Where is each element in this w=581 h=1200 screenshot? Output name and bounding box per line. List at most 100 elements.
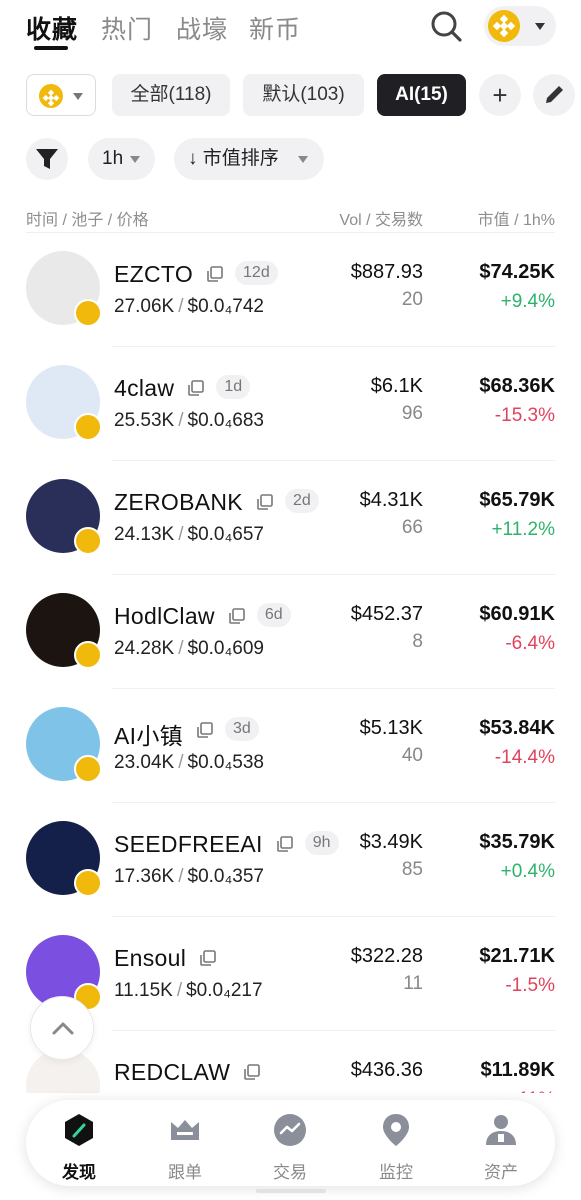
nav-label: 跟单	[168, 1163, 202, 1182]
chevron-down-icon	[535, 23, 545, 30]
chevron-up-icon	[52, 1022, 74, 1035]
price-change: +11.2%	[491, 519, 555, 540]
copy-icon[interactable]	[207, 266, 223, 282]
token-row[interactable]: HodlClaw 6d 24.28K / $0.0₄609 $452.37 8 $6…	[0, 575, 581, 689]
chain-filter-chip[interactable]	[26, 74, 96, 116]
chip-all[interactable]: 全部(118)	[112, 74, 230, 116]
copy-icon[interactable]	[244, 1064, 261, 1080]
token-name: EZCTO	[114, 261, 194, 287]
token-name: AI小镇	[114, 723, 183, 749]
price-change: -1.5%	[505, 975, 555, 996]
chain-selector[interactable]	[484, 6, 556, 46]
pool-price: 23.04K / $0.0₄538	[114, 752, 264, 774]
copy-icon[interactable]	[197, 722, 213, 738]
token-price: $0.0₄657	[187, 524, 264, 545]
token-age-badge: 1d	[216, 375, 251, 399]
token-row[interactable]: 4claw 1d 25.53K / $0.0₄683 $6.1K 96 $68.36…	[0, 347, 581, 461]
bnb-chain-badge-icon	[74, 869, 102, 897]
time-range-label: 1h	[102, 148, 124, 169]
copy-icon[interactable]	[276, 836, 293, 852]
pool-price: 25.53K / $0.0₄683	[114, 410, 264, 432]
transaction-count: 40	[401, 745, 423, 766]
market-cap: $65.79K	[479, 489, 555, 511]
search-button[interactable]	[428, 8, 464, 44]
home-indicator	[256, 1189, 326, 1193]
volume: $436.36	[350, 1059, 423, 1081]
active-tab-indicator	[34, 46, 68, 50]
bnb-chain-badge-icon	[74, 641, 102, 669]
search-icon	[431, 11, 462, 42]
token-row[interactable]: EZCTO 12d 27.06K / $0.0₄742 $887.93 20 $74…	[0, 233, 581, 347]
volume: $5.13K	[359, 717, 423, 739]
market-cap: $53.84K	[479, 717, 555, 739]
nav-trade[interactable]: 交易	[250, 1100, 330, 1186]
add-group-button[interactable]: +	[479, 74, 521, 116]
nav-copy-trade[interactable]: 跟单	[145, 1100, 225, 1186]
copy-icon[interactable]	[188, 380, 205, 396]
token-price: $0.0₄217	[186, 980, 263, 1001]
token-price: $0.0₄683	[187, 410, 264, 431]
market-cap: $21.71K	[479, 945, 555, 967]
market-cap: $35.79K	[479, 831, 555, 853]
token-row[interactable]: ZEROBANK 2d 24.13K / $0.0₄657 $4.31K 66 $6…	[0, 461, 581, 575]
token-name: REDCLAW	[114, 1059, 231, 1085]
transaction-count: 20	[401, 289, 423, 310]
pool-size: 27.06K	[114, 296, 175, 317]
copy-icon[interactable]	[229, 608, 245, 624]
bnb-chain-badge-icon	[74, 299, 102, 327]
sort-dropdown[interactable]: ↓ 市值排序	[174, 138, 324, 180]
pencil-icon	[546, 86, 563, 103]
time-range-dropdown[interactable]: 1h	[88, 138, 155, 180]
scroll-to-top-button[interactable]	[30, 996, 94, 1060]
separator: /	[178, 410, 184, 431]
bnb-chain-icon	[39, 84, 63, 108]
price-change: +9.4%	[500, 291, 555, 312]
tab-favorites[interactable]: 收藏	[26, 10, 78, 46]
pool-price: 24.13K / $0.0₄657	[114, 524, 264, 546]
sort-row: 1h ↓ 市值排序	[0, 138, 581, 180]
volume: $322.28	[350, 945, 423, 967]
nav-assets[interactable]: 资产	[461, 1100, 541, 1186]
filter-button[interactable]	[26, 138, 68, 180]
nav-discover[interactable]: 发现	[39, 1100, 119, 1186]
pool-size: 11.15K	[114, 980, 173, 1001]
transaction-count: 96	[401, 403, 423, 424]
nav-monitor[interactable]: 监控	[356, 1100, 436, 1186]
token-name: Ensoul	[114, 945, 187, 971]
token-row[interactable]: AI小镇 3d 23.04K / $0.0₄538 $5.13K 40 $53.84…	[0, 689, 581, 803]
token-name: SEEDFREEAI	[114, 831, 263, 857]
bnb-chain-badge-icon	[74, 413, 102, 441]
tab-hot[interactable]: 热门	[101, 10, 153, 46]
separator: /	[176, 980, 183, 1001]
token-price: $0.0₄538	[187, 752, 264, 773]
chip-ai[interactable]: AI(15)	[377, 74, 466, 116]
copy-icon[interactable]	[200, 950, 216, 966]
transaction-count: 11	[403, 973, 423, 994]
volume: $887.93	[350, 261, 423, 283]
price-change: -11%	[430, 1089, 555, 1093]
edit-groups-button[interactable]	[533, 74, 575, 116]
market-cap: $68.36K	[479, 375, 555, 397]
chevron-down-icon	[130, 156, 140, 163]
tab-trenches[interactable]: 战壕	[176, 10, 228, 46]
column-header-mcap-change[interactable]: 市值 / 1h%	[420, 206, 555, 230]
token-name: ZEROBANK	[114, 489, 243, 515]
pool-size: 24.28K	[114, 638, 175, 659]
bnb-chain-badge-icon	[74, 527, 102, 555]
token-list: EZCTO 12d 27.06K / $0.0₄742 $887.93 20 $74…	[0, 233, 581, 1093]
pool-price: 11.15K / $0.0₄217	[114, 980, 263, 1002]
token-row[interactable]: SEEDFREEAI 9h 17.36K / $0.0₄357 $3.49K 85 …	[0, 803, 581, 917]
token-age-badge: 6d	[256, 603, 291, 627]
pool-size: 23.04K	[114, 752, 175, 773]
token-price: $0.0₄357	[187, 866, 264, 887]
volume: $4.31K	[359, 489, 423, 511]
market-cap: $11.89K	[480, 1059, 555, 1081]
pool-size: 25.53K	[114, 410, 175, 431]
column-header-vol-tx[interactable]: Vol / 交易数	[280, 206, 423, 230]
bnb-chain-icon	[488, 10, 520, 42]
copy-icon[interactable]	[257, 494, 273, 510]
separator: /	[178, 638, 184, 659]
nav-label: 监控	[379, 1163, 413, 1182]
tab-new-coins[interactable]: 新币	[249, 10, 301, 46]
chip-default[interactable]: 默认(103)	[243, 74, 364, 116]
